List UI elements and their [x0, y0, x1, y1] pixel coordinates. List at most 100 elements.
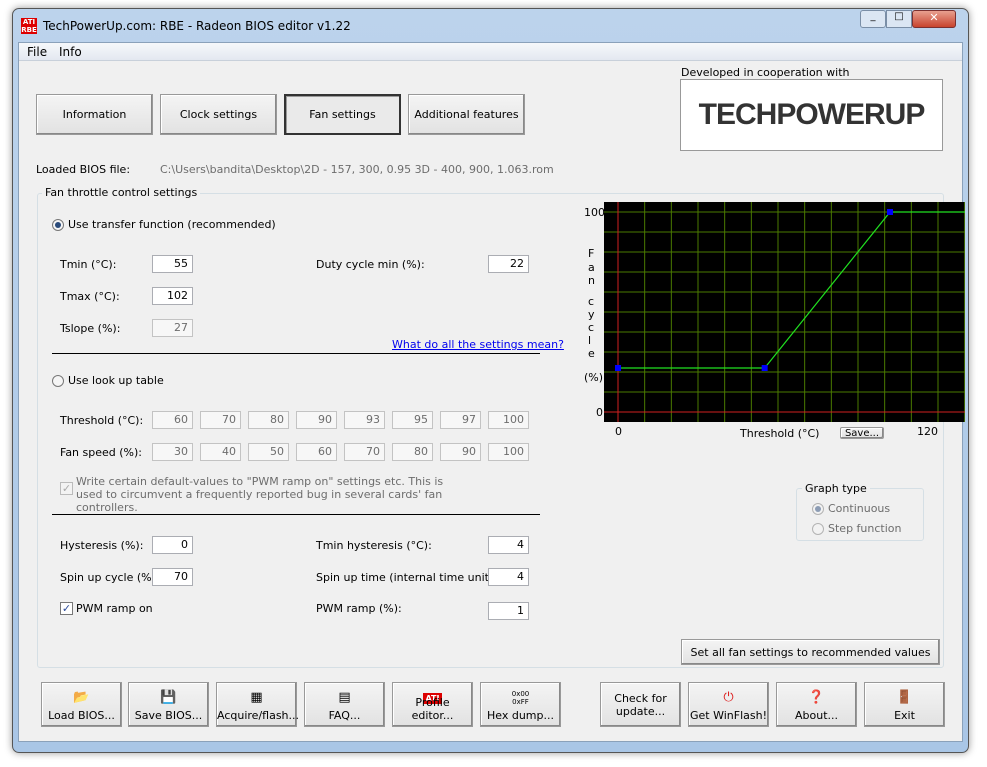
hex-icon: 0x00 0xFF — [511, 690, 530, 706]
y-axis-label-char: a — [588, 261, 595, 274]
y-axis-label-char: c — [588, 295, 595, 308]
lookup-table-radio[interactable] — [52, 375, 64, 387]
tab-clock-settings[interactable]: Clock settings — [160, 94, 277, 135]
divider — [52, 514, 540, 515]
threshold-input: 90 — [296, 411, 337, 429]
minimize-button[interactable]: _ — [860, 10, 886, 28]
fan-speed-label: Fan speed (%): — [60, 446, 142, 459]
y-tick-label: 0 — [596, 406, 603, 419]
threshold-input: 100 — [488, 411, 529, 429]
exit-label: Exit — [894, 709, 915, 722]
faq-button[interactable]: ▤ FAQ... — [304, 682, 385, 727]
profile-editor-label: Profile editor... — [411, 696, 454, 722]
threshold-input: 80 — [248, 411, 289, 429]
hysteresis-input[interactable]: 0 — [152, 536, 193, 554]
fan-throttle-group-title: Fan throttle control settings — [42, 186, 201, 199]
tmax-input[interactable]: 102 — [152, 287, 193, 305]
y-axis-label-char: e — [588, 347, 595, 360]
tmax-label: Tmax (°C): — [60, 290, 120, 303]
step-function-radio — [812, 523, 824, 535]
y-axis-label-char: n — [588, 274, 595, 287]
get-winflash-button[interactable]: ⏻ Get WinFlash! — [688, 682, 769, 727]
tslope-input: 27 — [152, 319, 193, 337]
fan-speed-input: 60 — [296, 443, 337, 461]
y-axis-label-char: y — [588, 308, 595, 321]
save-graph-button[interactable]: Save... — [840, 427, 884, 439]
duty-cycle-min-label: Duty cycle min (%): — [316, 258, 425, 271]
acquire-flash-button[interactable]: ▦ Acquire/flash... — [216, 682, 300, 727]
tab-additional-features[interactable]: Additional features — [408, 94, 525, 135]
y-axis-label-char: c — [588, 321, 595, 334]
pwm-ramp-label: PWM ramp (%): — [316, 602, 402, 615]
power-icon: ⏻ — [723, 690, 734, 705]
faq-label: FAQ... — [328, 709, 361, 722]
graph-type-title: Graph type — [802, 482, 870, 495]
x-tick-label: 0 — [615, 425, 622, 438]
maximize-button[interactable]: □ — [886, 10, 912, 28]
spin-up-cycle-input[interactable]: 70 — [152, 568, 193, 586]
check-for-update-button[interactable]: Check for update... — [600, 682, 681, 727]
continuous-label: Continuous — [828, 502, 891, 515]
y-axis-label-char: (%) — [584, 371, 604, 384]
y-tick-label: 100 — [584, 206, 605, 219]
fan-speed-input: 100 — [488, 443, 529, 461]
recommended-values-button[interactable]: Set all fan settings to recommended valu… — [681, 639, 940, 665]
x-tick-label: 120 — [917, 425, 938, 438]
help-link[interactable]: What do all the settings mean? — [392, 338, 564, 351]
fan-speed-input: 50 — [248, 443, 289, 461]
hex-dump-label: Hex dump... — [487, 709, 554, 722]
techpowerup-logo[interactable]: TECHPOWERUP — [680, 79, 943, 151]
profile-editor-button[interactable]: ATI Profile editor... — [392, 682, 473, 727]
transfer-function-radio[interactable] — [52, 219, 64, 231]
fan-speed-input: 80 — [392, 443, 433, 461]
spin-up-cycle-label: Spin up cycle (%): — [60, 571, 160, 584]
menu-file[interactable]: File — [27, 45, 47, 59]
fan-speed-input: 70 — [344, 443, 385, 461]
exit-button[interactable]: 🚪 Exit — [864, 682, 945, 727]
pwm-ramp-on-label: PWM ramp on — [76, 602, 153, 615]
get-winflash-label: Get WinFlash! — [690, 709, 767, 722]
menu-info[interactable]: Info — [59, 45, 82, 59]
menu-bar: File Info — [19, 43, 962, 61]
chip-icon: ▦ — [250, 690, 263, 705]
tmin-hysteresis-label: Tmin hysteresis (°C): — [316, 539, 432, 552]
data-point — [615, 365, 621, 371]
y-axis-label-char: l — [588, 334, 592, 347]
tab-fan-settings[interactable]: Fan settings — [284, 94, 401, 135]
bios-file-path: C:\Users\bandita\Desktop\2D - 157, 300, … — [160, 163, 554, 176]
tab-information[interactable]: Information — [36, 94, 153, 135]
load-bios-button[interactable]: 📂 Load BIOS... — [41, 682, 122, 727]
save-bios-button[interactable]: 💾 Save BIOS... — [128, 682, 209, 727]
duty-cycle-min-input[interactable]: 22 — [488, 255, 529, 273]
tmin-hysteresis-input[interactable]: 4 — [488, 536, 529, 554]
floppy-disk-icon: 💾 — [160, 690, 177, 705]
fan-speed-input: 30 — [152, 443, 193, 461]
spin-up-time-label: Spin up time (internal time units): — [316, 571, 503, 584]
fan-speed-input: 40 — [200, 443, 241, 461]
hex-dump-button[interactable]: 0x00 0xFF Hex dump... — [480, 682, 561, 727]
open-folder-icon: 📂 — [73, 690, 90, 705]
about-label: About... — [794, 709, 838, 722]
lookup-table-label: Use look up table — [68, 374, 164, 387]
pwm-ramp-on-checkbox[interactable]: ✓ — [60, 602, 73, 615]
exit-door-icon: 🚪 — [896, 690, 913, 705]
threshold-input: 95 — [392, 411, 433, 429]
data-point — [761, 365, 768, 371]
data-point — [887, 209, 893, 215]
close-button[interactable]: ✕ — [912, 10, 956, 28]
bios-file-label: Loaded BIOS file: — [36, 163, 131, 176]
tmin-input[interactable]: 55 — [152, 255, 193, 273]
fan-speed-input: 90 — [440, 443, 481, 461]
transfer-function-label: Use transfer function (recommended) — [68, 218, 276, 231]
step-function-label: Step function — [828, 522, 902, 535]
save-bios-label: Save BIOS... — [134, 709, 203, 722]
document-icon: ▤ — [338, 690, 351, 705]
threshold-input: 93 — [344, 411, 385, 429]
spin-up-time-input[interactable]: 4 — [488, 568, 529, 586]
about-button[interactable]: ❓ About... — [776, 682, 857, 727]
pwm-ramp-input[interactable]: 1 — [488, 602, 529, 620]
acquire-flash-label: Acquire/flash... — [217, 709, 300, 722]
help-icon: ❓ — [808, 690, 825, 705]
x-axis-label: Threshold (°C) — [740, 427, 820, 440]
threshold-input: 60 — [152, 411, 193, 429]
